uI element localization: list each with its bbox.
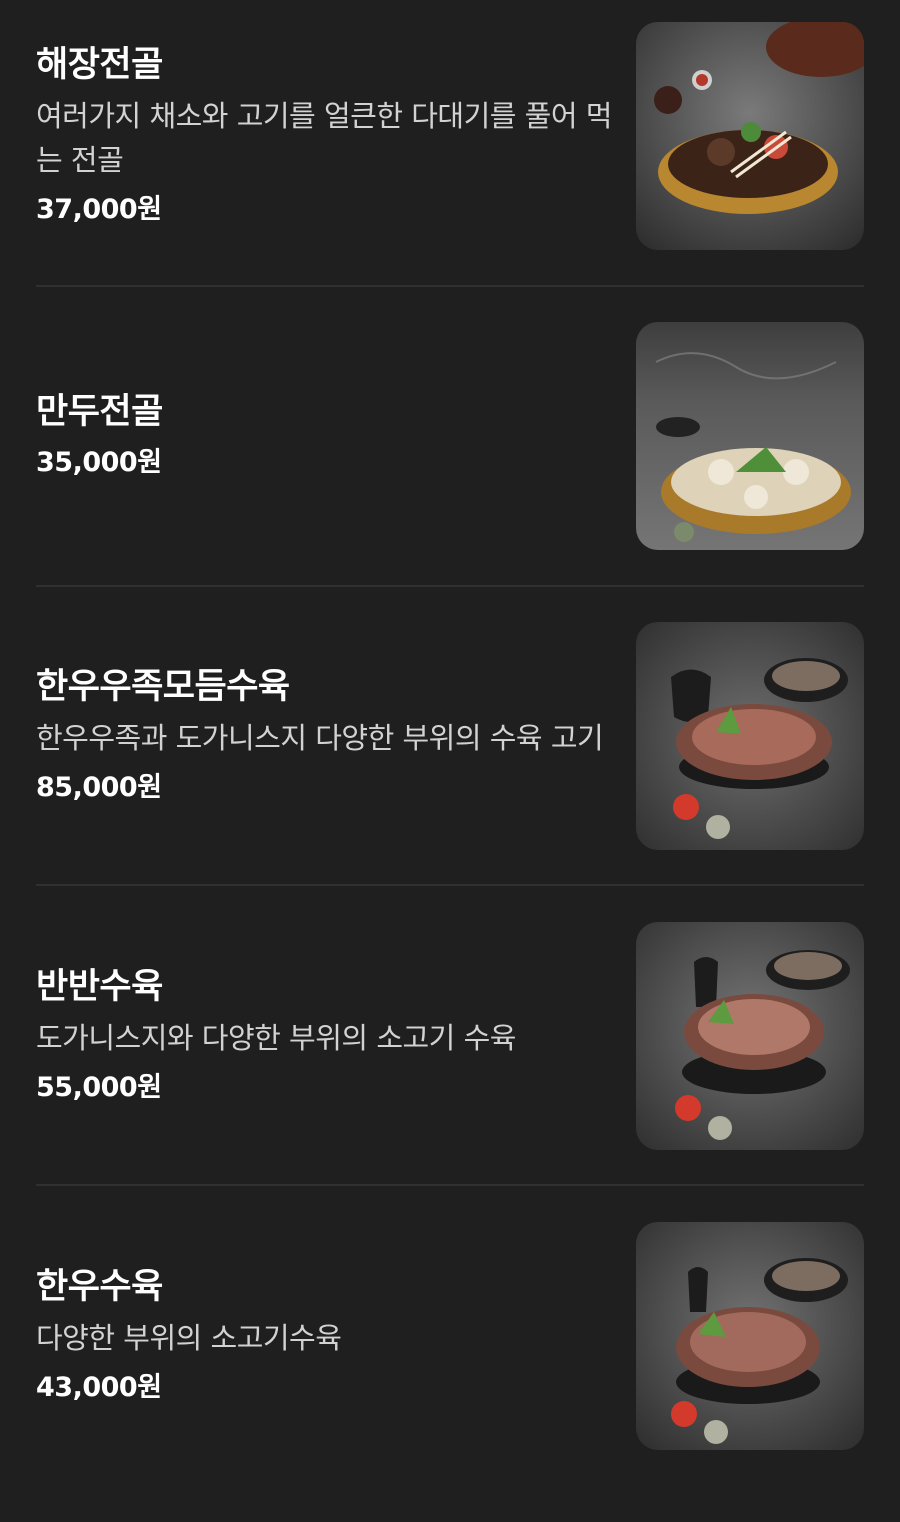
- divider: [36, 884, 864, 886]
- menu-item-description: 여러가지 채소와 고기를 얼큰한 다대기를 풀어 먹는 전골: [36, 99, 612, 177]
- divider: [36, 585, 864, 587]
- divider: [36, 1184, 864, 1186]
- menu-item-description: 다양한 부위의 소고기수육: [36, 1321, 342, 1355]
- menu-item-price: 43,000원: [36, 1372, 162, 1403]
- menu-item-name: 반반수육: [36, 967, 163, 1007]
- menu-item-description: 도가니스지와 다양한 부위의 소고기 수육: [36, 1021, 516, 1055]
- menu-item-name: 만두전골: [36, 392, 163, 432]
- menu-item-hanwoo-suyuk[interactable]: 한우수육 다양한 부위의 소고기수육 43,000원: [36, 1222, 864, 1522]
- menu-item-info: 한우수육 다양한 부위의 소고기수육 43,000원: [36, 1222, 616, 1450]
- boiled-beef-platter-photo-icon[interactable]: [636, 622, 864, 850]
- half-half-suyuk-photo-icon[interactable]: [636, 922, 864, 1150]
- menu-item-info: 해장전골 여러가지 채소와 고기를 얼큰한 다대기를 풀어 먹는 전골 37,0…: [36, 22, 616, 250]
- menu-item-name: 한우수육: [36, 1267, 163, 1307]
- menu-item-name: 해장전골: [36, 45, 163, 85]
- hanwoo-suyuk-photo-icon[interactable]: [636, 1222, 864, 1450]
- menu-item-info: 반반수육 도가니스지와 다양한 부위의 소고기 수육 55,000원: [36, 922, 616, 1150]
- menu-item-info: 한우우족모듬수육 한우우족과 도가니스지 다양한 부위의 수육 고기 85,00…: [36, 622, 616, 850]
- divider: [36, 285, 864, 287]
- menu-item-description: 한우우족과 도가니스지 다양한 부위의 수육 고기: [36, 721, 604, 755]
- menu-item-price: 37,000원: [36, 194, 162, 225]
- menu-item-price: 55,000원: [36, 1072, 162, 1103]
- menu-item-info: 만두전골 35,000원: [36, 322, 616, 550]
- menu-item-price: 35,000원: [36, 447, 162, 478]
- hotpot-photo-icon[interactable]: [636, 22, 864, 250]
- menu-item-hanwoo-ujok-suyuk[interactable]: 한우우족모듬수육 한우우족과 도가니스지 다양한 부위의 수육 고기 85,00…: [36, 622, 864, 922]
- menu-item-mandu-jeongol[interactable]: 만두전골 35,000원: [36, 322, 864, 622]
- menu-item-price: 85,000원: [36, 772, 162, 803]
- menu-item-name: 한우우족모듬수육: [36, 667, 290, 707]
- menu-item-banban-suyuk[interactable]: 반반수육 도가니스지와 다양한 부위의 소고기 수육 55,000원: [36, 922, 864, 1222]
- menu-item-haejang-jeongol[interactable]: 해장전골 여러가지 채소와 고기를 얼큰한 다대기를 풀어 먹는 전골 37,0…: [36, 22, 864, 322]
- dumpling-hotpot-photo-icon[interactable]: [636, 322, 864, 550]
